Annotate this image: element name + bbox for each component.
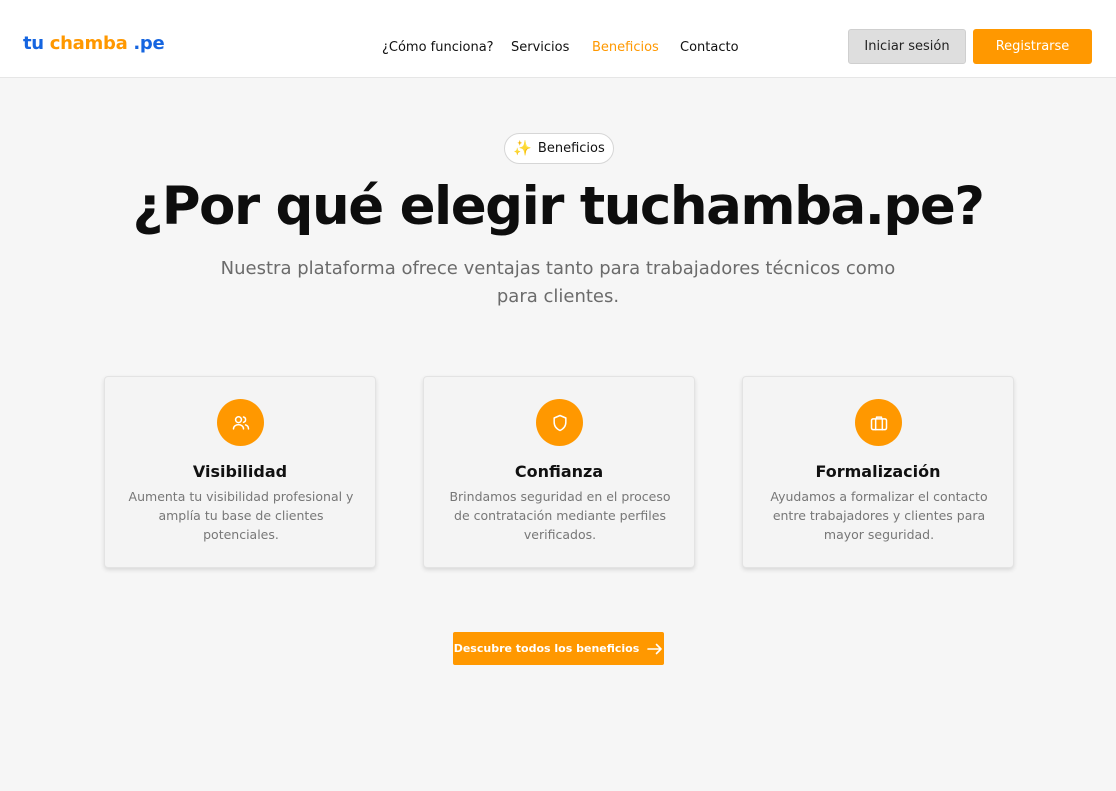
briefcase-icon [855,399,902,446]
arrow-right-icon [647,643,663,654]
nav-servicios[interactable]: Servicios [511,40,569,55]
section-badge: ✨ Beneficios [504,133,614,164]
card-description: Ayudamos a formalizar el contacto entre … [770,489,988,542]
page-title: ¿Por qué elegir tuchamba.pe? [132,176,985,237]
register-button[interactable]: Registrarse [973,29,1092,64]
card-title: Confianza [514,462,604,481]
nav-beneficios[interactable]: Beneficios [592,40,659,55]
cta-label: Descubre todos los beneficios [453,642,640,655]
logo-part-chamba: chamba [49,33,128,54]
badge-label: Beneficios [537,141,605,156]
login-button[interactable]: Iniciar sesión [848,29,966,64]
benefit-card-formalizacion: Formalización Ayudamos a formalizar el c… [742,376,1014,568]
card-description: Brindamos seguridad en el proceso de con… [449,489,671,542]
logo-part-pe: .pe [133,33,165,54]
logo[interactable]: tu chamba .pe [23,33,165,54]
site-header: tu chamba .pe ¿Cómo funciona? Servicios … [0,0,1116,78]
benefit-card-visibilidad: Visibilidad Aumenta tu visibilidad profe… [104,376,376,568]
page-subtitle: Nuestra plataforma ofrece ventajas tanto… [220,258,896,307]
nav-contacto[interactable]: Contacto [680,40,739,55]
card-description: Aumenta tu visibilidad profesional y amp… [128,489,354,542]
card-title: Visibilidad [192,462,288,481]
logo-part-tu: tu [23,33,44,54]
card-title: Formalización [815,462,941,481]
shield-icon [536,399,583,446]
benefit-card-confianza: Confianza Brindamos seguridad en el proc… [423,376,695,568]
nav-como-funciona[interactable]: ¿Cómo funciona? [382,40,494,55]
discover-benefits-button[interactable]: Descubre todos los beneficios [453,632,664,665]
sparkles-icon: ✨ [513,139,532,157]
users-icon [217,399,264,446]
